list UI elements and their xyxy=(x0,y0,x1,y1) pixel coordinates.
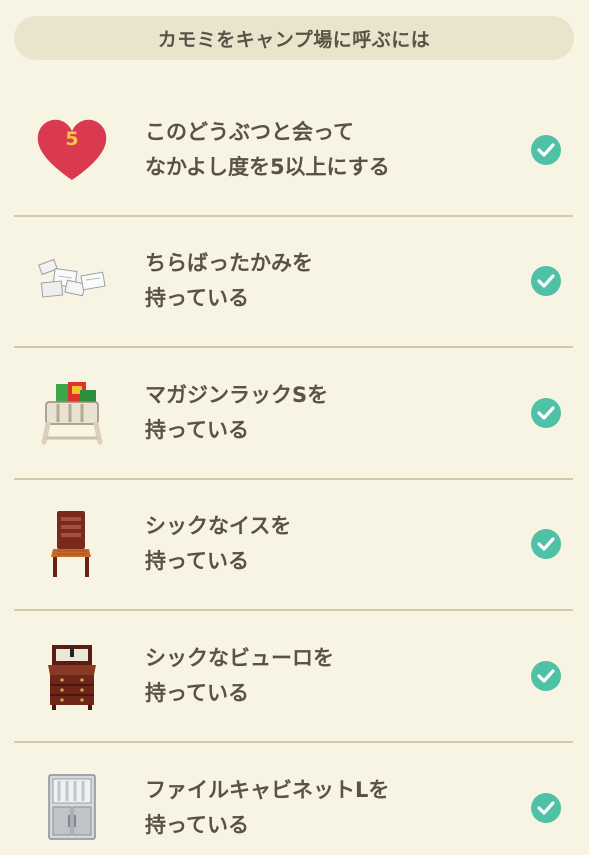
check-icon xyxy=(531,397,561,428)
list-item[interactable]: シックなビューロを 持っている xyxy=(14,611,573,743)
magazine-rack-icon xyxy=(36,377,108,449)
scattered-paper-icon xyxy=(36,245,108,317)
check-icon xyxy=(531,660,561,691)
requirement-text: ファイルキャビネットLを 持っている xyxy=(145,778,390,838)
chic-bureau-icon xyxy=(36,640,108,712)
check-icon xyxy=(531,134,561,165)
requirement-text: このどうぶつと会って なかよし度を5以上にする xyxy=(145,119,390,179)
chic-chair-icon xyxy=(36,508,108,580)
list-item[interactable]: ちらばったかみを 持っている xyxy=(14,217,573,348)
requirement-text: シックなイスを 持っている xyxy=(145,514,292,574)
heart-value: 5 xyxy=(65,127,79,150)
check-icon xyxy=(531,266,561,297)
page-title: カモミをキャンプ場に呼ぶには xyxy=(14,16,574,60)
check-icon xyxy=(531,529,561,560)
heart-icon: 5 xyxy=(36,114,108,186)
requirement-text: シックなビューロを 持っている xyxy=(145,645,334,705)
file-cabinet-icon xyxy=(36,772,108,844)
requirement-text: マガジンラックSを 持っている xyxy=(145,382,329,442)
requirements-list: 5 このどうぶつと会って なかよし度を5以上にする ちらばったかみを 持っている xyxy=(14,85,573,855)
list-item[interactable]: マガジンラックSを 持っている xyxy=(14,348,573,480)
list-item[interactable]: 5 このどうぶつと会って なかよし度を5以上にする xyxy=(14,85,573,217)
requirement-text: ちらばったかみを 持っている xyxy=(145,251,313,311)
check-icon xyxy=(531,793,561,824)
list-item[interactable]: ファイルキャビネットLを 持っている xyxy=(14,743,573,855)
list-item[interactable]: シックなイスを 持っている xyxy=(14,480,573,611)
